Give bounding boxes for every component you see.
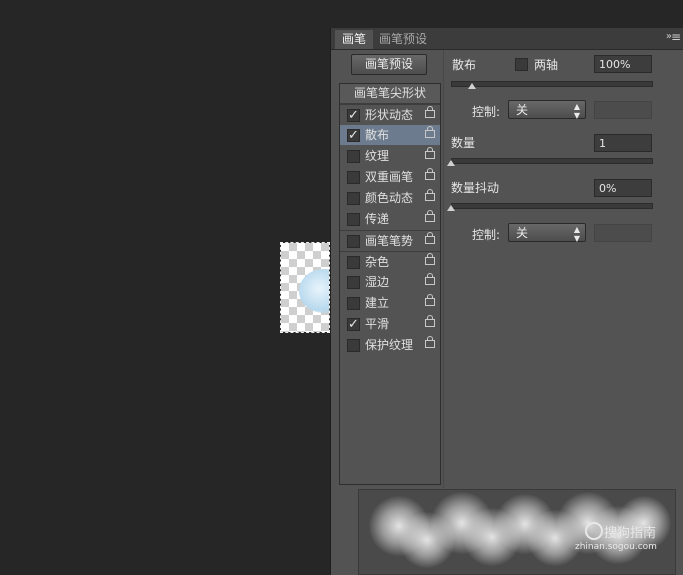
count-jitter-label: 数量抖动 bbox=[451, 181, 500, 195]
list-item-brush-tip-shape[interactable]: 画笔笔尖形状 bbox=[340, 84, 440, 104]
panel-divider bbox=[443, 50, 444, 488]
list-item-noise[interactable]: 杂色 bbox=[340, 251, 440, 272]
lock-icon[interactable] bbox=[425, 147, 435, 159]
brush-panel: 画笔 画笔预设 » ≡ 画笔预设 画笔笔尖形状 ✓ 形状动态 ✓ 散布 纹理 双… bbox=[330, 28, 683, 575]
list-item-label: 建立 bbox=[365, 296, 390, 310]
lock-icon[interactable] bbox=[425, 336, 435, 348]
checkbox[interactable] bbox=[347, 235, 360, 248]
list-item-label: 湿边 bbox=[365, 275, 390, 289]
list-item-shape-dynamics[interactable]: ✓ 形状动态 bbox=[340, 104, 440, 125]
tab-brush[interactable]: 画笔 bbox=[335, 30, 374, 49]
sogou-logo-icon bbox=[585, 522, 603, 540]
panel-menu-icon[interactable]: ≡ bbox=[671, 30, 681, 44]
list-item-label: 双重画笔 bbox=[365, 170, 414, 184]
lock-icon[interactable] bbox=[425, 253, 435, 265]
checkbox[interactable] bbox=[347, 213, 360, 226]
lock-icon[interactable] bbox=[425, 189, 435, 201]
scatter-label: 散布 bbox=[452, 58, 477, 72]
control2-select-value: 关 bbox=[516, 226, 529, 240]
list-item-transfer[interactable]: 传递 bbox=[340, 209, 440, 229]
control-select[interactable]: 关 ▲ ▼ bbox=[508, 100, 586, 120]
list-item-label: 颜色动态 bbox=[365, 191, 414, 205]
list-item-color-dynamics[interactable]: 颜色动态 bbox=[340, 188, 440, 208]
list-item-label: 传递 bbox=[365, 212, 390, 226]
lock-icon[interactable] bbox=[425, 315, 435, 327]
checkbox[interactable] bbox=[347, 192, 360, 205]
list-item-scattering[interactable]: ✓ 散布 bbox=[340, 125, 440, 145]
control2-select[interactable]: 关 ▲ ▼ bbox=[508, 223, 586, 243]
collapse-icon[interactable]: » bbox=[666, 31, 672, 42]
both-axes-label: 两轴 bbox=[534, 58, 559, 72]
checkbox[interactable]: ✓ bbox=[347, 317, 360, 332]
watermark-url: zhinan.sogou.com bbox=[575, 542, 657, 552]
lock-icon[interactable] bbox=[425, 168, 435, 180]
watermark-text: 搜狗指南 bbox=[604, 526, 657, 541]
checkbox[interactable] bbox=[347, 276, 360, 289]
scatter-slider-thumb[interactable] bbox=[468, 83, 476, 89]
lock-icon[interactable] bbox=[425, 210, 435, 222]
count-jitter-slider-thumb[interactable] bbox=[447, 205, 455, 211]
lock-icon[interactable] bbox=[425, 106, 435, 118]
count-slider-thumb[interactable] bbox=[447, 160, 455, 166]
checkbox[interactable] bbox=[347, 256, 360, 269]
lock-icon[interactable] bbox=[425, 126, 435, 138]
control-select-value: 关 bbox=[516, 103, 529, 117]
list-item-texture[interactable]: 纹理 bbox=[340, 146, 440, 166]
check-icon: ✓ bbox=[348, 108, 359, 123]
list-item-protect-texture[interactable]: 保护纹理 bbox=[340, 335, 440, 355]
lock-icon[interactable] bbox=[425, 232, 435, 244]
scatter-slider[interactable] bbox=[451, 81, 653, 87]
control-label: 控制: bbox=[472, 105, 501, 119]
scatter-value-field[interactable]: 100% bbox=[594, 55, 652, 73]
select-arrows-icon: ▲ ▼ bbox=[573, 102, 580, 120]
brush-dab bbox=[299, 269, 329, 313]
list-item-label: 形状动态 bbox=[365, 108, 414, 122]
list-item-wet-edges[interactable]: 湿边 bbox=[340, 272, 440, 292]
brush-settings-list: 画笔笔尖形状 ✓ 形状动态 ✓ 散布 纹理 双重画笔 颜色动态 传递 画笔笔势 … bbox=[339, 83, 441, 485]
both-axes-checkbox[interactable] bbox=[515, 58, 528, 71]
checkbox[interactable]: ✓ bbox=[347, 108, 360, 123]
checkbox[interactable]: ✓ bbox=[347, 128, 360, 143]
control2-label: 控制: bbox=[472, 228, 501, 242]
list-item-label: 画笔笔势 bbox=[365, 234, 414, 248]
list-item-label: 杂色 bbox=[365, 255, 390, 269]
count-label: 数量 bbox=[451, 136, 476, 150]
list-item-label: 散布 bbox=[365, 128, 390, 142]
list-item-brush-pose[interactable]: 画笔笔势 bbox=[340, 230, 440, 251]
lock-icon[interactable] bbox=[425, 273, 435, 285]
list-item-dual-brush[interactable]: 双重画笔 bbox=[340, 167, 440, 187]
document-canvas[interactable] bbox=[280, 242, 330, 333]
list-item-label: 保护纹理 bbox=[365, 338, 414, 352]
control-value-field bbox=[594, 101, 652, 119]
list-item-label: 平滑 bbox=[365, 317, 390, 331]
panel-tabbar: 画笔 画笔预设 » ≡ bbox=[331, 28, 683, 50]
check-icon: ✓ bbox=[348, 317, 359, 332]
checkbox[interactable] bbox=[347, 339, 360, 352]
checkbox[interactable] bbox=[347, 171, 360, 184]
brush-stroke-preview: 搜狗指南 zhinan.sogou.com bbox=[358, 489, 676, 575]
list-item-label: 纹理 bbox=[365, 149, 390, 163]
lock-icon[interactable] bbox=[425, 294, 435, 306]
list-item-build-up[interactable]: 建立 bbox=[340, 293, 440, 313]
check-icon: ✓ bbox=[348, 128, 359, 143]
list-item-smoothing[interactable]: ✓ 平滑 bbox=[340, 314, 440, 334]
checkbox[interactable] bbox=[347, 150, 360, 163]
brush-presets-button[interactable]: 画笔预设 bbox=[351, 54, 427, 75]
canvas-area[interactable] bbox=[0, 0, 330, 575]
count-jitter-slider[interactable] bbox=[451, 203, 653, 209]
checkbox[interactable] bbox=[347, 297, 360, 310]
select-arrows-icon: ▲ ▼ bbox=[573, 225, 580, 243]
count-value-field[interactable]: 1 bbox=[594, 134, 652, 152]
count-slider[interactable] bbox=[451, 158, 653, 164]
control2-value-field bbox=[594, 224, 652, 242]
count-jitter-value-field[interactable]: 0% bbox=[594, 179, 652, 197]
tab-brush-presets[interactable]: 画笔预设 bbox=[372, 30, 434, 49]
